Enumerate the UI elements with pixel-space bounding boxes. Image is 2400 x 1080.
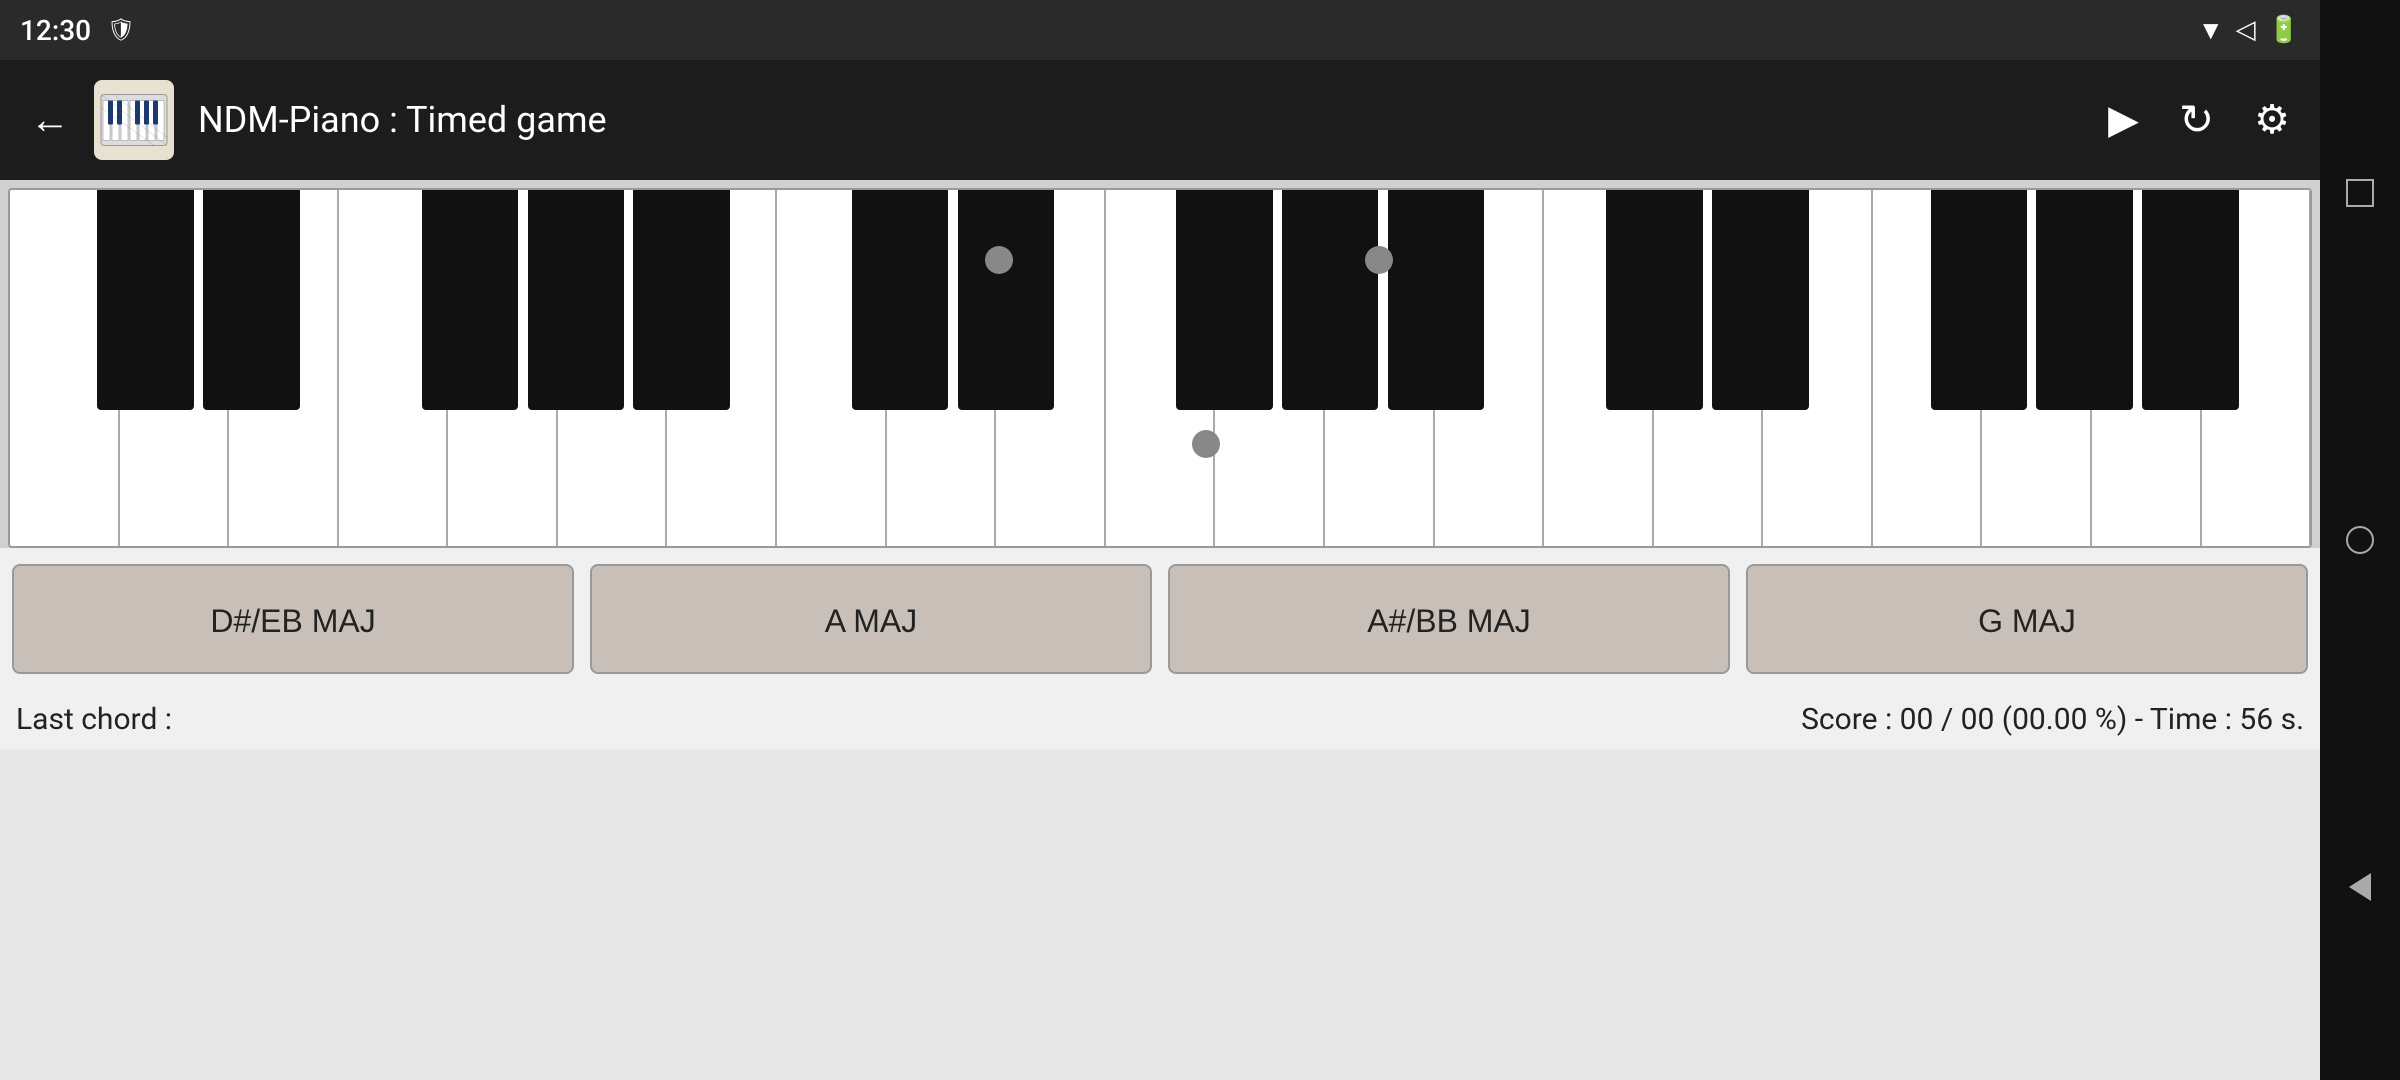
- app-icon: [94, 80, 174, 160]
- app-header: ←: [0, 60, 2320, 180]
- white-key-2[interactable]: [119, 190, 229, 548]
- status-bar-left: 12:30 🛡: [20, 14, 135, 47]
- wifi-icon: ▼: [2198, 15, 2224, 46]
- white-key-4[interactable]: [338, 190, 448, 548]
- white-key-21[interactable]: [2201, 190, 2311, 548]
- white-key-3[interactable]: [228, 190, 338, 548]
- chord-button-4[interactable]: G MAJ: [1746, 564, 2308, 674]
- nav-circle-button[interactable]: [2342, 522, 2378, 558]
- piano-keyboard[interactable]: [8, 188, 2312, 548]
- app-title: NDM-Piano : Timed game: [198, 99, 2084, 141]
- white-key-1[interactable]: [10, 190, 119, 548]
- white-key-18[interactable]: [1872, 190, 1982, 548]
- last-chord-label: Last chord :: [16, 702, 172, 737]
- settings-button[interactable]: ⚙: [2254, 100, 2290, 140]
- square-icon: [2346, 179, 2374, 207]
- nav-back-button[interactable]: [2342, 869, 2378, 905]
- signal-icon: ◁: [2236, 15, 2256, 45]
- android-sidebar: [2320, 0, 2400, 1080]
- white-key-19[interactable]: [1981, 190, 2091, 548]
- refresh-button[interactable]: ↻: [2179, 99, 2214, 141]
- shield-icon: 🛡: [107, 18, 135, 43]
- nav-square-button[interactable]: [2342, 175, 2378, 211]
- chord-buttons: D#/EB MAJ A MAJ A#/BB MAJ G MAJ: [0, 548, 2320, 690]
- piano-dot-2: [1365, 246, 1393, 274]
- white-key-14[interactable]: [1434, 190, 1544, 548]
- status-bar-right: ▼ ◁ 🔋: [2198, 15, 2300, 46]
- white-key-12[interactable]: [1214, 190, 1324, 548]
- white-key-10[interactable]: [995, 190, 1105, 548]
- status-time: 12:30: [20, 14, 91, 47]
- white-key-7[interactable]: [666, 190, 776, 548]
- app-container: 12:30 🛡 ▼ ◁ 🔋 ←: [0, 0, 2320, 1080]
- piano-dot-1: [985, 246, 1013, 274]
- status-bar: 12:30 🛡 ▼ ◁ 🔋: [0, 0, 2320, 60]
- game-status: Last chord : Score : 00 / 00 (00.00 %) -…: [0, 690, 2320, 749]
- white-key-17[interactable]: [1762, 190, 1872, 548]
- header-actions: ▶ ↻ ⚙: [2108, 99, 2290, 141]
- white-key-8[interactable]: [776, 190, 886, 548]
- battery-icon: 🔋: [2268, 15, 2300, 45]
- circle-icon: [2346, 526, 2374, 554]
- piano-icon: [99, 90, 169, 150]
- chord-button-2[interactable]: A MAJ: [590, 564, 1152, 674]
- play-button[interactable]: ▶: [2108, 100, 2139, 140]
- white-key-13[interactable]: [1324, 190, 1434, 548]
- white-key-6[interactable]: [557, 190, 667, 548]
- chord-button-1[interactable]: D#/EB MAJ: [12, 564, 574, 674]
- triangle-icon: [2349, 873, 2371, 901]
- white-keys: [10, 190, 2310, 546]
- piano-dot-3: [1192, 430, 1220, 458]
- content-area: [0, 749, 2320, 1080]
- white-key-20[interactable]: [2091, 190, 2201, 548]
- piano-container: [0, 180, 2320, 548]
- chord-button-3[interactable]: A#/BB MAJ: [1168, 564, 1730, 674]
- score-time-label: Score : 00 / 00 (00.00 %) - Time : 56 s.: [1801, 702, 2304, 737]
- white-key-16[interactable]: [1653, 190, 1763, 548]
- white-key-5[interactable]: [447, 190, 557, 548]
- white-key-15[interactable]: [1543, 190, 1653, 548]
- white-key-9[interactable]: [886, 190, 996, 548]
- white-key-11[interactable]: [1105, 190, 1215, 548]
- back-button[interactable]: ←: [30, 100, 70, 140]
